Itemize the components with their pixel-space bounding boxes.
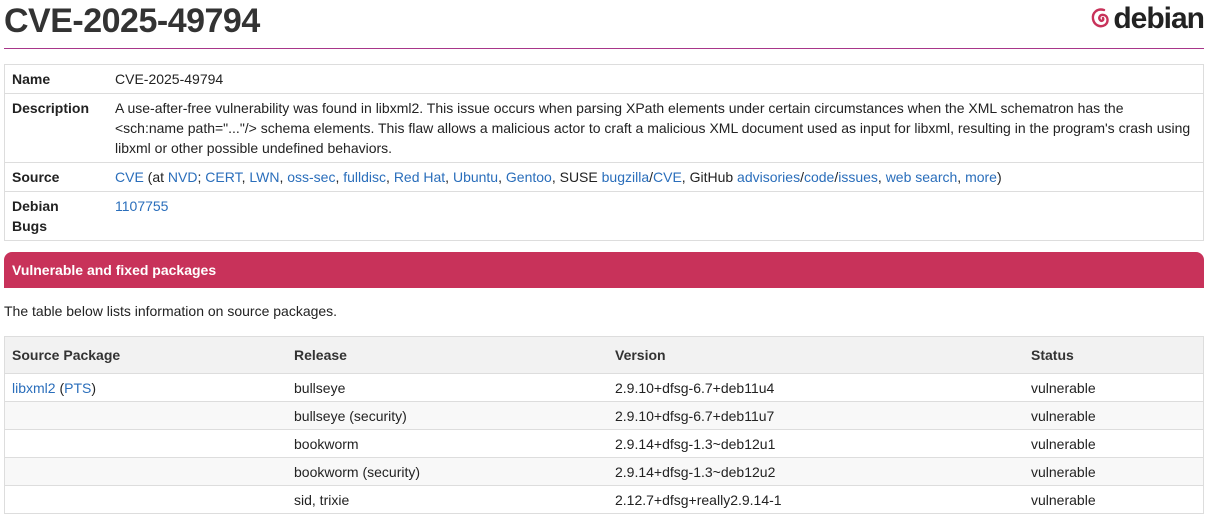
release-cell: bookworm (security) bbox=[287, 457, 608, 486]
table-row: sid, trixie 2.12.7+dfsg+really2.9.14-1 v… bbox=[4, 485, 1204, 514]
section-header: Vulnerable and fixed packages bbox=[4, 252, 1204, 288]
table-row: bookworm 2.9.14+dfsg-1.3~deb12u1 vulnera… bbox=[4, 429, 1204, 458]
web-search-link[interactable]: web search bbox=[886, 169, 958, 185]
red-hat-link[interactable]: Red Hat bbox=[394, 169, 445, 185]
package-link[interactable]: libxml2 bbox=[12, 380, 56, 396]
column-header: Status bbox=[1024, 336, 1204, 374]
status-cell: vulnerable bbox=[1024, 401, 1204, 430]
pts-paren: ( bbox=[55, 379, 65, 396]
column-header: Source Package bbox=[4, 336, 287, 374]
suse-bugzilla-link[interactable]: bugzilla bbox=[602, 169, 649, 185]
version-cell: 2.12.7+dfsg+really2.9.14-1 bbox=[608, 485, 1024, 514]
info-row-name: Name CVE-2025-49794 bbox=[5, 65, 1204, 94]
version-cell: 2.9.10+dfsg-6.7+deb11u7 bbox=[608, 401, 1024, 430]
more-link[interactable]: more bbox=[965, 169, 997, 185]
version-cell: 2.9.14+dfsg-1.3~deb12u1 bbox=[608, 429, 1024, 458]
source-sep: , bbox=[877, 169, 886, 185]
info-row-description: Description A use-after-free vulnerabili… bbox=[4, 93, 1204, 163]
release-cell: bullseye (security) bbox=[287, 401, 608, 430]
debian-bugs-label-line2: Bugs bbox=[12, 218, 47, 234]
source-package-cell: libxml2 (PTS) bbox=[4, 373, 287, 402]
release-cell: sid, trixie bbox=[287, 485, 608, 514]
table-row: bullseye (security) 2.9.10+dfsg-6.7+deb1… bbox=[4, 401, 1204, 430]
gentoo-link[interactable]: Gentoo bbox=[506, 169, 552, 185]
pts-link[interactable]: PTS bbox=[64, 380, 91, 396]
source-sep: , bbox=[386, 169, 394, 185]
github-advisories-link[interactable]: advisories bbox=[737, 169, 800, 185]
fulldisc-link[interactable]: fulldisc bbox=[343, 169, 386, 185]
source-sep: ) bbox=[996, 169, 1002, 185]
debian-swirl-icon bbox=[1092, 8, 1110, 28]
logo-text: debian bbox=[1113, 2, 1205, 35]
ubuntu-link[interactable]: Ubuntu bbox=[453, 169, 498, 185]
bug-1107755-link[interactable]: 1107755 bbox=[115, 198, 168, 214]
source-package-cell bbox=[4, 457, 287, 486]
version-cell: 2.9.10+dfsg-6.7+deb11u4 bbox=[608, 373, 1024, 402]
debian-logo[interactable]: debian bbox=[1090, 2, 1205, 36]
info-row-source: Source CVE (at NVD; CERT, LWN, oss-sec, … bbox=[4, 162, 1204, 192]
column-header: Release bbox=[287, 336, 608, 374]
source-package-cell bbox=[4, 401, 287, 430]
status-cell: vulnerable bbox=[1024, 373, 1204, 402]
source-value: CVE (at NVD; CERT, LWN, oss-sec, fulldis… bbox=[100, 162, 1204, 192]
source-sep: , bbox=[957, 169, 966, 185]
nvd-link[interactable]: NVD bbox=[168, 169, 198, 185]
oss-sec-link[interactable]: oss-sec bbox=[287, 169, 335, 185]
packages-table: Source Package Release Version Status li… bbox=[4, 336, 1204, 514]
intro-text: The table below lists information on sou… bbox=[4, 303, 338, 319]
lwn-link[interactable]: LWN bbox=[249, 169, 279, 185]
release-cell: bookworm bbox=[287, 429, 608, 458]
page-header: CVE-2025-49794 debian bbox=[4, 0, 1205, 49]
info-row-debian-bugs: Debian Bugs 1107755 bbox=[4, 191, 1204, 241]
github-code-link[interactable]: code bbox=[804, 169, 834, 185]
debian-bugs-label-line1: Debian bbox=[12, 198, 59, 214]
table-row: bookworm (security) 2.9.14+dfsg-1.3~deb1… bbox=[4, 457, 1204, 486]
cve-link[interactable]: CVE bbox=[115, 169, 144, 185]
source-sep: , bbox=[445, 169, 453, 185]
source-package-cell bbox=[4, 429, 287, 458]
debian-bugs-value: 1107755 bbox=[100, 191, 1204, 241]
section-title: Vulnerable and fixed packages bbox=[12, 262, 217, 278]
version-cell: 2.9.14+dfsg-1.3~deb12u2 bbox=[608, 457, 1024, 486]
name-label: Name bbox=[12, 71, 51, 87]
description-value: A use-after-free vulnerability was found… bbox=[100, 93, 1204, 163]
cve-info-table: Name CVE-2025-49794 Description A use-af… bbox=[4, 64, 1204, 241]
cert-link[interactable]: CERT bbox=[205, 169, 241, 185]
source-sep: , bbox=[498, 169, 506, 185]
status-cell: vulnerable bbox=[1024, 485, 1204, 514]
pts-paren: ) bbox=[91, 379, 97, 396]
source-label: Source bbox=[4, 162, 100, 192]
table-header-row: Source Package Release Version Status bbox=[4, 336, 1204, 374]
suse-cve-link[interactable]: CVE bbox=[653, 169, 682, 185]
debian-bugs-label: Debian Bugs bbox=[4, 191, 100, 241]
release-cell: bullseye bbox=[287, 373, 608, 402]
github-issues-link[interactable]: issues bbox=[838, 169, 878, 185]
github-prefix: , GitHub bbox=[681, 169, 738, 185]
status-cell: vulnerable bbox=[1024, 457, 1204, 486]
table-row: libxml2 (PTS) bullseye 2.9.10+dfsg-6.7+d… bbox=[4, 373, 1204, 402]
suse-prefix: , SUSE bbox=[551, 169, 602, 185]
name-value: CVE-2025-49794 bbox=[115, 71, 224, 87]
description-label: Description bbox=[4, 93, 100, 163]
source-package-cell bbox=[4, 485, 287, 514]
page-title: CVE-2025-49794 bbox=[4, 2, 260, 40]
source-sep: (at bbox=[143, 169, 168, 185]
column-header: Version bbox=[608, 336, 1024, 374]
status-cell: vulnerable bbox=[1024, 429, 1204, 458]
